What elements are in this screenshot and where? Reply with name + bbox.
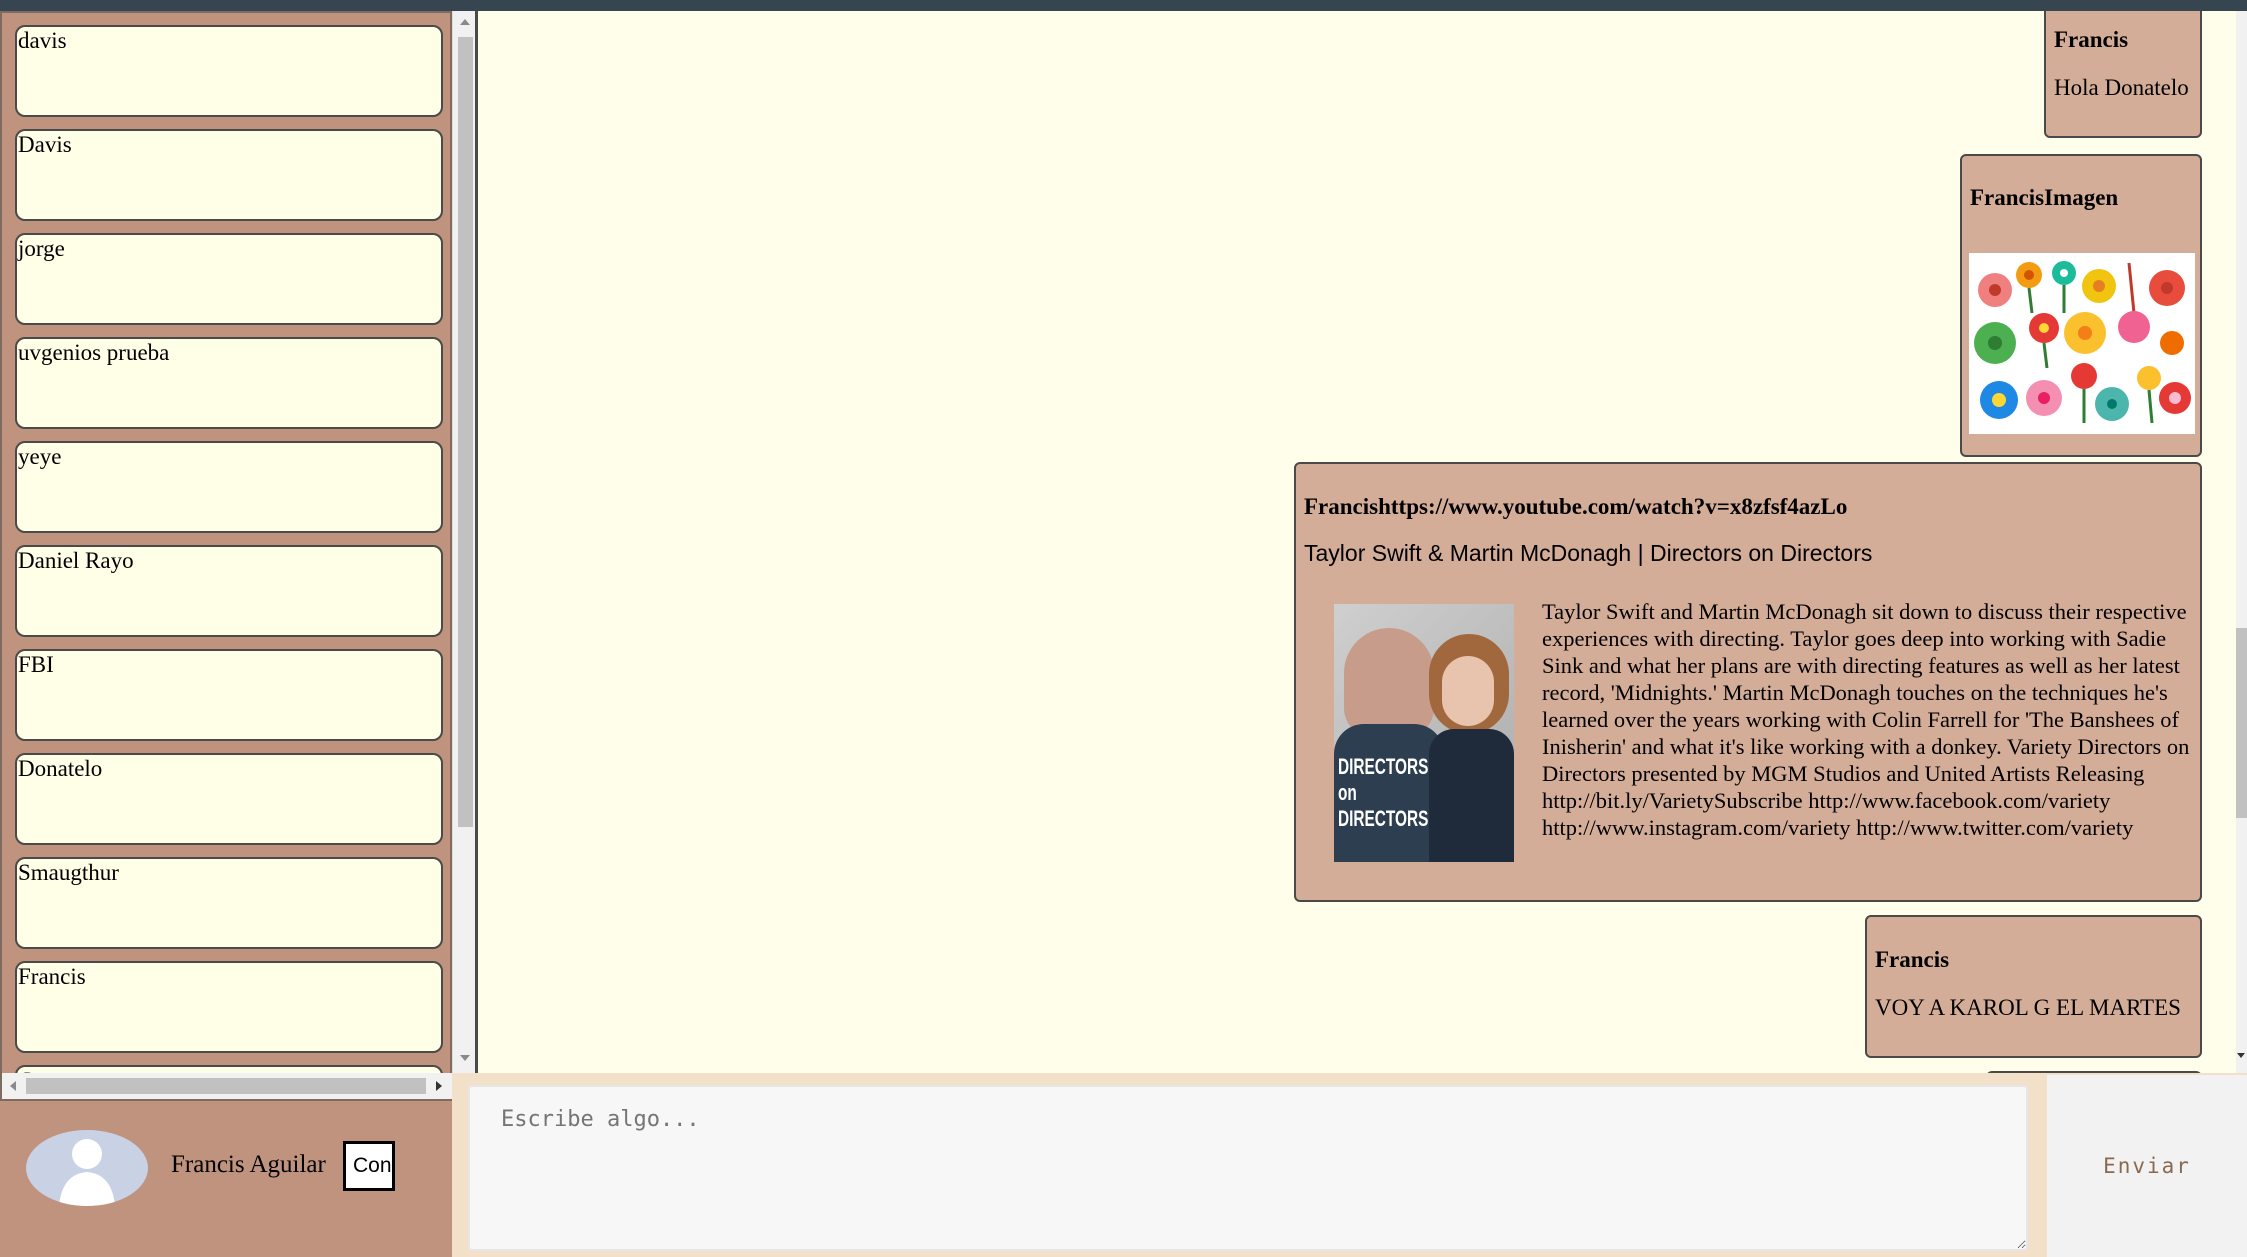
contact-item[interactable]: yeye [15,441,443,533]
chat-area: Francis Hola Donatelo FrancisImagen Fran… [478,11,2236,1073]
link-preview-title[interactable]: Taylor Swift & Martin McDonagh | Directo… [1304,540,2192,567]
message-input[interactable] [468,1085,2028,1251]
chat-vertical-scrollbar[interactable] [2236,11,2247,1073]
send-button[interactable]: Enviar [2047,1075,2247,1257]
contact-item[interactable]: Francis [15,961,443,1053]
contact-item[interactable]: Davis [15,129,443,221]
message-sender: Francis [2054,27,2129,52]
flowers-image[interactable] [1969,253,2195,434]
contact-list: davis Davis jorge uvgenios prueba yeye D… [0,11,452,1101]
scroll-down-arrow-icon[interactable] [2237,1053,2245,1058]
contact-name: Davis [18,132,72,157]
link-preview-description: Taylor Swift and Martin McDonagh sit dow… [1542,599,2190,840]
chat-message-link-preview: Francishttps://www.youtube.com/watch?v=x… [1294,462,2202,902]
contact-name: davis [18,28,67,53]
user-silhouette-icon [59,1139,115,1206]
contact-item[interactable]: jorge [15,233,443,325]
scrollbar-thumb[interactable] [458,37,473,827]
chat-message: Francis VOY A KAROL G EL MARTES [1865,915,2202,1058]
chat-message: Francis Hola Donatelo [2044,11,2202,138]
con-button[interactable]: Con [343,1141,395,1191]
avatar[interactable] [26,1130,148,1206]
message-sender[interactable]: Francishttps://www.youtube.com/watch?v=x… [1304,494,2192,520]
scroll-up-arrow-icon[interactable] [460,19,470,25]
contact-name: Daniel Rayo [18,548,134,573]
contact-name: FBI [18,652,54,677]
message-text: VOY A KAROL G EL MARTES [1875,995,2181,1020]
contact-name: Donatelo [18,756,103,781]
scroll-left-arrow-icon[interactable] [10,1081,16,1091]
scroll-down-arrow-icon[interactable] [460,1055,470,1061]
thumbnail-caption: DIRECTORS on DIRECTORS [1338,754,1429,831]
contact-item[interactable]: Daniel Rayo [15,545,443,637]
contact-name: jorge [18,236,65,261]
scrollbar-thumb[interactable] [26,1078,426,1094]
message-text: Hola Donatelo [2054,75,2189,100]
user-name: Francis Aguilar [171,1151,326,1178]
contact-list-vertical-scrollbar[interactable] [452,11,477,1101]
contact-name: uvgenios prueba [18,340,170,365]
chat-message: FrancisImagen [1960,154,2202,457]
contact-name: yeye [18,444,62,469]
message-sender: Francis [1875,947,1950,972]
scrollbar-thumb[interactable] [2236,628,2247,818]
contact-item[interactable]: uvgenios prueba [15,337,443,429]
contact-name: Smaugthur [18,860,119,885]
contact-name: Francis [18,964,86,989]
contact-item[interactable]: Smaugthur [15,857,443,949]
contact-list-horizontal-scrollbar[interactable] [2,1073,452,1099]
message-sender: FrancisImagen [1970,185,2119,210]
video-thumbnail[interactable]: DIRECTORS on DIRECTORS [1334,604,1514,862]
contact-item[interactable]: FBI [15,649,443,741]
contact-item[interactable]: davis [15,25,443,117]
scroll-right-arrow-icon[interactable] [436,1081,442,1091]
contact-item[interactable]: Donatelo [15,753,443,845]
window-top-bar [0,0,2247,11]
